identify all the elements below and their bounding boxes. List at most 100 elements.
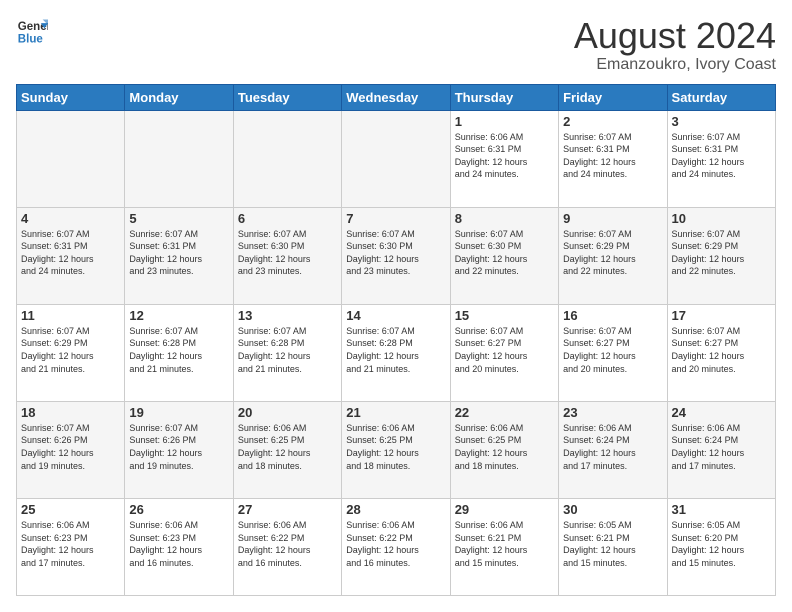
day-number: 26 [129,502,228,517]
table-cell: 7Sunrise: 6:07 AM Sunset: 6:30 PM Daylig… [342,207,450,304]
table-cell: 20 Sunrise: 6:06 AM Sunset: 6:25 PM Dayli… [233,401,341,498]
day-info: Sunrise: 6:06 AM Sunset: 6:25 PM Dayligh… [346,422,445,472]
day-info: Sunrise: 6:07 AM Sunset: 6:26 PM Dayligh… [129,422,228,472]
week-row-5: 25 Sunrise: 6:06 AM Sunset: 6:23 PM Dayli… [17,498,776,595]
day-info: Sunrise: 6:07 AM Sunset: 6:27 PM Dayligh… [672,325,771,375]
week-row-2: 4 Sunrise: 6:07 AM Sunset: 6:31 PM Daylig… [17,207,776,304]
day-info: Sunrise: 6:06 AM Sunset: 6:31 PM Dayligh… [455,131,554,181]
col-monday: Monday [125,84,233,110]
svg-text:Blue: Blue [18,34,44,46]
table-cell: 18 Sunrise: 6:07 AM Sunset: 6:26 PM Dayli… [17,401,125,498]
table-cell: 17 Sunrise: 6:07 AM Sunset: 6:27 PM Dayli… [667,304,775,401]
day-number: 22 [455,405,554,420]
day-info: Sunrise: 6:07 AM Sunset: 6:26 PM Dayligh… [21,422,120,472]
day-number: 5 [129,211,228,226]
day-number: 8 [455,211,554,226]
page: General Blue August 2024 Emanzoukro, Ivo… [0,0,792,612]
day-number: 16 [563,308,662,323]
day-info: Sunrise: 6:07 AM Sunset: 6:30 PM Dayligh… [346,228,445,278]
table-cell [342,110,450,207]
col-wednesday: Wednesday [342,84,450,110]
day-number: 25 [21,502,120,517]
header: General Blue August 2024 Emanzoukro, Ivo… [16,16,776,74]
day-info: Sunrise: 6:06 AM Sunset: 6:22 PM Dayligh… [238,519,337,569]
table-cell: 29Sunrise: 6:06 AM Sunset: 6:21 PM Dayli… [450,498,558,595]
table-cell: 10 Sunrise: 6:07 AM Sunset: 6:29 PM Dayli… [667,207,775,304]
day-number: 10 [672,211,771,226]
day-number: 2 [563,114,662,129]
table-cell: 16 Sunrise: 6:07 AM Sunset: 6:27 PM Dayli… [559,304,667,401]
day-info: Sunrise: 6:07 AM Sunset: 6:31 PM Dayligh… [129,228,228,278]
table-cell: 26 Sunrise: 6:06 AM Sunset: 6:23 PM Dayli… [125,498,233,595]
table-cell: 12 Sunrise: 6:07 AM Sunset: 6:28 PM Dayli… [125,304,233,401]
table-cell: 25 Sunrise: 6:06 AM Sunset: 6:23 PM Dayli… [17,498,125,595]
day-info: Sunrise: 6:07 AM Sunset: 6:28 PM Dayligh… [346,325,445,375]
table-cell: 13Sunrise: 6:07 AM Sunset: 6:28 PM Dayli… [233,304,341,401]
calendar-table: Sunday Monday Tuesday Wednesday Thursday… [16,84,776,596]
day-number: 29 [455,502,554,517]
table-cell: 28Sunrise: 6:06 AM Sunset: 6:22 PM Dayli… [342,498,450,595]
day-info: Sunrise: 6:05 AM Sunset: 6:20 PM Dayligh… [672,519,771,569]
table-cell [125,110,233,207]
day-number: 17 [672,308,771,323]
table-cell: 30 Sunrise: 6:05 AM Sunset: 6:21 PM Dayli… [559,498,667,595]
day-info: Sunrise: 6:07 AM Sunset: 6:29 PM Dayligh… [672,228,771,278]
day-number: 12 [129,308,228,323]
subtitle: Emanzoukro, Ivory Coast [574,56,776,74]
day-number: 27 [238,502,337,517]
day-info: Sunrise: 6:06 AM Sunset: 6:25 PM Dayligh… [238,422,337,472]
table-cell: 27 Sunrise: 6:06 AM Sunset: 6:22 PM Dayli… [233,498,341,595]
day-number: 23 [563,405,662,420]
table-cell: 5 Sunrise: 6:07 AM Sunset: 6:31 PM Daylig… [125,207,233,304]
week-row-4: 18 Sunrise: 6:07 AM Sunset: 6:26 PM Dayli… [17,401,776,498]
day-info: Sunrise: 6:07 AM Sunset: 6:29 PM Dayligh… [563,228,662,278]
day-number: 6 [238,211,337,226]
logo: General Blue [16,16,48,48]
day-number: 31 [672,502,771,517]
week-row-3: 11 Sunrise: 6:07 AM Sunset: 6:29 PM Dayli… [17,304,776,401]
day-number: 18 [21,405,120,420]
table-cell: 15Sunrise: 6:07 AM Sunset: 6:27 PM Dayli… [450,304,558,401]
day-number: 4 [21,211,120,226]
day-info: Sunrise: 6:06 AM Sunset: 6:23 PM Dayligh… [129,519,228,569]
day-info: Sunrise: 6:05 AM Sunset: 6:21 PM Dayligh… [563,519,662,569]
day-info: Sunrise: 6:07 AM Sunset: 6:30 PM Dayligh… [238,228,337,278]
day-number: 3 [672,114,771,129]
day-number: 30 [563,502,662,517]
table-cell: 19 Sunrise: 6:07 AM Sunset: 6:26 PM Dayli… [125,401,233,498]
table-cell [17,110,125,207]
day-info: Sunrise: 6:07 AM Sunset: 6:29 PM Dayligh… [21,325,120,375]
table-cell [233,110,341,207]
day-number: 21 [346,405,445,420]
day-number: 9 [563,211,662,226]
day-info: Sunrise: 6:07 AM Sunset: 6:27 PM Dayligh… [563,325,662,375]
table-cell: 24Sunrise: 6:06 AM Sunset: 6:24 PM Dayli… [667,401,775,498]
day-info: Sunrise: 6:06 AM Sunset: 6:25 PM Dayligh… [455,422,554,472]
col-sunday: Sunday [17,84,125,110]
day-info: Sunrise: 6:06 AM Sunset: 6:22 PM Dayligh… [346,519,445,569]
day-info: Sunrise: 6:06 AM Sunset: 6:24 PM Dayligh… [563,422,662,472]
col-thursday: Thursday [450,84,558,110]
day-number: 19 [129,405,228,420]
logo-icon: General Blue [16,16,48,48]
day-number: 14 [346,308,445,323]
day-info: Sunrise: 6:07 AM Sunset: 6:31 PM Dayligh… [563,131,662,181]
day-number: 20 [238,405,337,420]
table-cell: 14 Sunrise: 6:07 AM Sunset: 6:28 PM Dayli… [342,304,450,401]
table-cell: 4 Sunrise: 6:07 AM Sunset: 6:31 PM Daylig… [17,207,125,304]
table-cell: 9 Sunrise: 6:07 AM Sunset: 6:29 PM Daylig… [559,207,667,304]
day-info: Sunrise: 6:07 AM Sunset: 6:28 PM Dayligh… [129,325,228,375]
day-info: Sunrise: 6:06 AM Sunset: 6:23 PM Dayligh… [21,519,120,569]
table-cell: 3 Sunrise: 6:07 AM Sunset: 6:31 PM Daylig… [667,110,775,207]
main-title: August 2024 [574,16,776,56]
day-info: Sunrise: 6:07 AM Sunset: 6:31 PM Dayligh… [672,131,771,181]
day-number: 15 [455,308,554,323]
day-number: 11 [21,308,120,323]
day-info: Sunrise: 6:07 AM Sunset: 6:30 PM Dayligh… [455,228,554,278]
table-cell: 11 Sunrise: 6:07 AM Sunset: 6:29 PM Dayli… [17,304,125,401]
title-section: August 2024 Emanzoukro, Ivory Coast [574,16,776,74]
day-info: Sunrise: 6:06 AM Sunset: 6:24 PM Dayligh… [672,422,771,472]
table-cell: 21 Sunrise: 6:06 AM Sunset: 6:25 PM Dayli… [342,401,450,498]
day-info: Sunrise: 6:07 AM Sunset: 6:31 PM Dayligh… [21,228,120,278]
table-cell: 1Sunrise: 6:06 AM Sunset: 6:31 PM Daylig… [450,110,558,207]
